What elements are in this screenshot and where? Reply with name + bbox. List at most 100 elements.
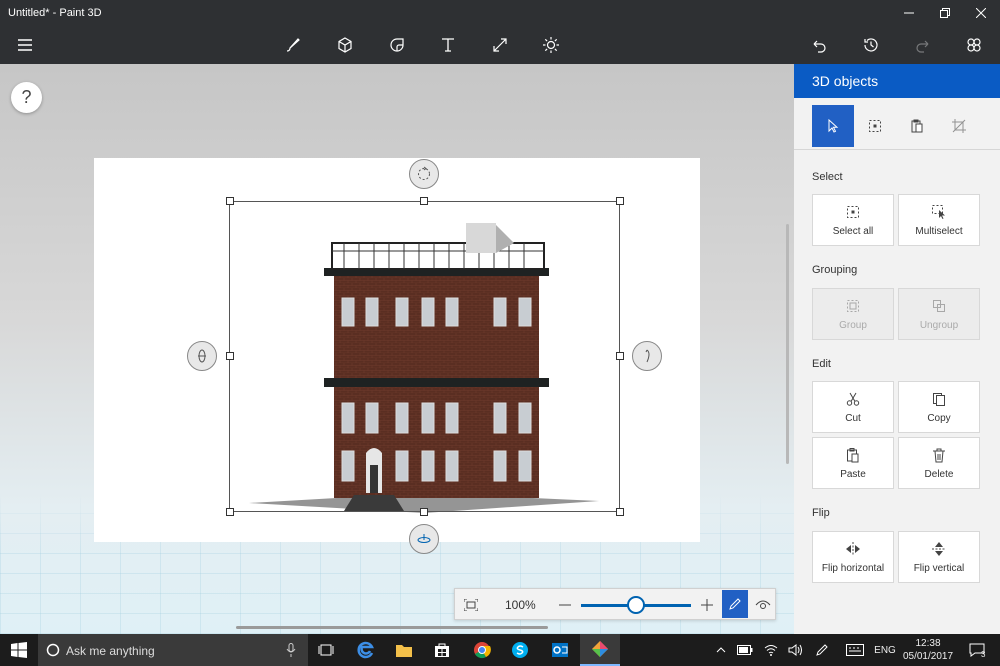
resize-handle-left[interactable] [226, 352, 234, 360]
rotate-icon [418, 166, 430, 180]
tab-select[interactable] [812, 105, 854, 147]
resize-handle-top-right[interactable] [616, 197, 624, 205]
rotate-x-handle[interactable] [187, 341, 217, 371]
battery-button[interactable] [734, 634, 756, 666]
taskbar-chrome[interactable] [462, 634, 502, 666]
resize-handle-right[interactable] [616, 352, 624, 360]
cut-button[interactable]: Cut [812, 381, 894, 433]
stickers-button[interactable] [380, 26, 414, 64]
cortana-search-box[interactable]: Ask me anything [38, 634, 308, 666]
edge-icon [357, 641, 374, 659]
fit-screen-icon [464, 599, 478, 611]
taskbar-paint3d[interactable] [580, 634, 620, 666]
canvas-button[interactable] [483, 26, 517, 64]
flip-vertical-icon [932, 541, 946, 556]
rotate-y-handle[interactable] [632, 341, 662, 371]
redo-button[interactable] [906, 26, 940, 64]
tab-crop[interactable] [938, 105, 980, 147]
menu-button[interactable] [8, 26, 42, 64]
workspace[interactable]: ? 100% [0, 64, 794, 634]
taskbar-skype[interactable] [500, 634, 540, 666]
selection-box[interactable] [229, 201, 620, 512]
paste-button[interactable]: Paste [812, 437, 894, 489]
depth-handle[interactable] [409, 524, 439, 554]
rotate-z-handle[interactable] [409, 159, 439, 189]
touch-keyboard-button[interactable] [842, 634, 868, 666]
taskbar-outlook[interactable] [540, 634, 580, 666]
resize-handle-top[interactable] [420, 197, 428, 205]
flip-vertical-button[interactable]: Flip vertical [898, 531, 980, 583]
ungroup-button[interactable]: Ungroup [898, 288, 980, 340]
task-view-button[interactable] [306, 634, 346, 666]
volume-button[interactable] [784, 634, 806, 666]
folder-icon [396, 645, 412, 657]
taskbar-store[interactable] [422, 634, 462, 666]
remix3d-button[interactable] [957, 26, 991, 64]
clock-time: 12:38 [915, 638, 941, 649]
horizontal-scrollbar[interactable] [236, 626, 548, 629]
tab-magic-select[interactable] [854, 105, 896, 147]
flip-horizontal-button[interactable]: Flip horizontal [812, 531, 894, 583]
zoom-bar: 100% [454, 588, 776, 620]
section-grouping: Grouping [812, 264, 858, 276]
panel-tabs [794, 98, 1000, 150]
pen-workspace-icon [816, 644, 828, 656]
delete-button[interactable]: Delete [898, 437, 980, 489]
close-button[interactable] [964, 0, 998, 26]
start-button[interactable] [0, 634, 38, 666]
group-icon [847, 299, 859, 312]
group-button[interactable]: Group [812, 288, 894, 340]
search-placeholder: Ask me anything [66, 644, 155, 658]
system-clock[interactable]: 12:38 05/01/2017 [900, 637, 956, 663]
pen-workspace-button[interactable] [810, 634, 834, 666]
ungroup-icon [933, 299, 945, 312]
crop-icon [952, 119, 966, 133]
action-center-button[interactable]: 3 [962, 634, 992, 666]
zoom-in-button[interactable] [699, 597, 715, 613]
show-hidden-icons-button[interactable] [712, 634, 730, 666]
network-button[interactable] [760, 634, 782, 666]
scissors-icon [846, 392, 860, 406]
cut-label: Cut [845, 412, 861, 424]
resize-handle-bottom-left[interactable] [226, 508, 234, 516]
zoom-out-button[interactable] [557, 597, 573, 613]
multiselect-icon [932, 204, 945, 219]
rotate-vertical-icon [198, 349, 206, 363]
resize-handle-bottom-right[interactable] [616, 508, 624, 516]
microphone-icon [286, 643, 296, 657]
history-icon [864, 38, 878, 52]
input-language[interactable]: ENG [872, 634, 898, 666]
minimize-button[interactable] [892, 0, 926, 26]
copy-button[interactable]: Copy [898, 381, 980, 433]
brushes-button[interactable] [276, 26, 310, 64]
title-bar: Untitled* - Paint 3D [0, 0, 1000, 26]
undo-icon [813, 40, 826, 53]
draw-mode-button[interactable] [722, 590, 748, 618]
effects-button[interactable] [534, 26, 568, 64]
resize-handle-top-left[interactable] [226, 197, 234, 205]
multiselect-button[interactable]: Multiselect [898, 194, 980, 246]
taskbar-edge[interactable] [346, 634, 386, 666]
undo-button[interactable] [802, 26, 836, 64]
text-button[interactable] [431, 26, 465, 64]
effects-icon [543, 37, 559, 53]
select-all-button[interactable]: Select all [812, 194, 894, 246]
restore-button[interactable] [928, 0, 962, 26]
taskbar-file-explorer[interactable] [384, 634, 424, 666]
history-button[interactable] [854, 26, 888, 64]
cortana-icon [46, 643, 60, 657]
task-view-icon [318, 644, 334, 656]
zoom-slider-knob[interactable] [627, 596, 645, 614]
fit-to-screen-button[interactable] [461, 595, 481, 615]
resize-handle-bottom[interactable] [420, 508, 428, 516]
view-3d-button[interactable] [751, 592, 775, 618]
multiselect-label: Multiselect [915, 225, 963, 237]
keyboard-icon [846, 644, 864, 656]
tab-clipboard[interactable] [896, 105, 938, 147]
vertical-scrollbar[interactable] [786, 224, 789, 464]
help-button[interactable]: ? [11, 82, 42, 113]
3d-shapes-button[interactable] [328, 26, 362, 64]
plus-icon [701, 599, 713, 611]
skype-icon [512, 642, 528, 658]
minus-icon [559, 604, 571, 606]
